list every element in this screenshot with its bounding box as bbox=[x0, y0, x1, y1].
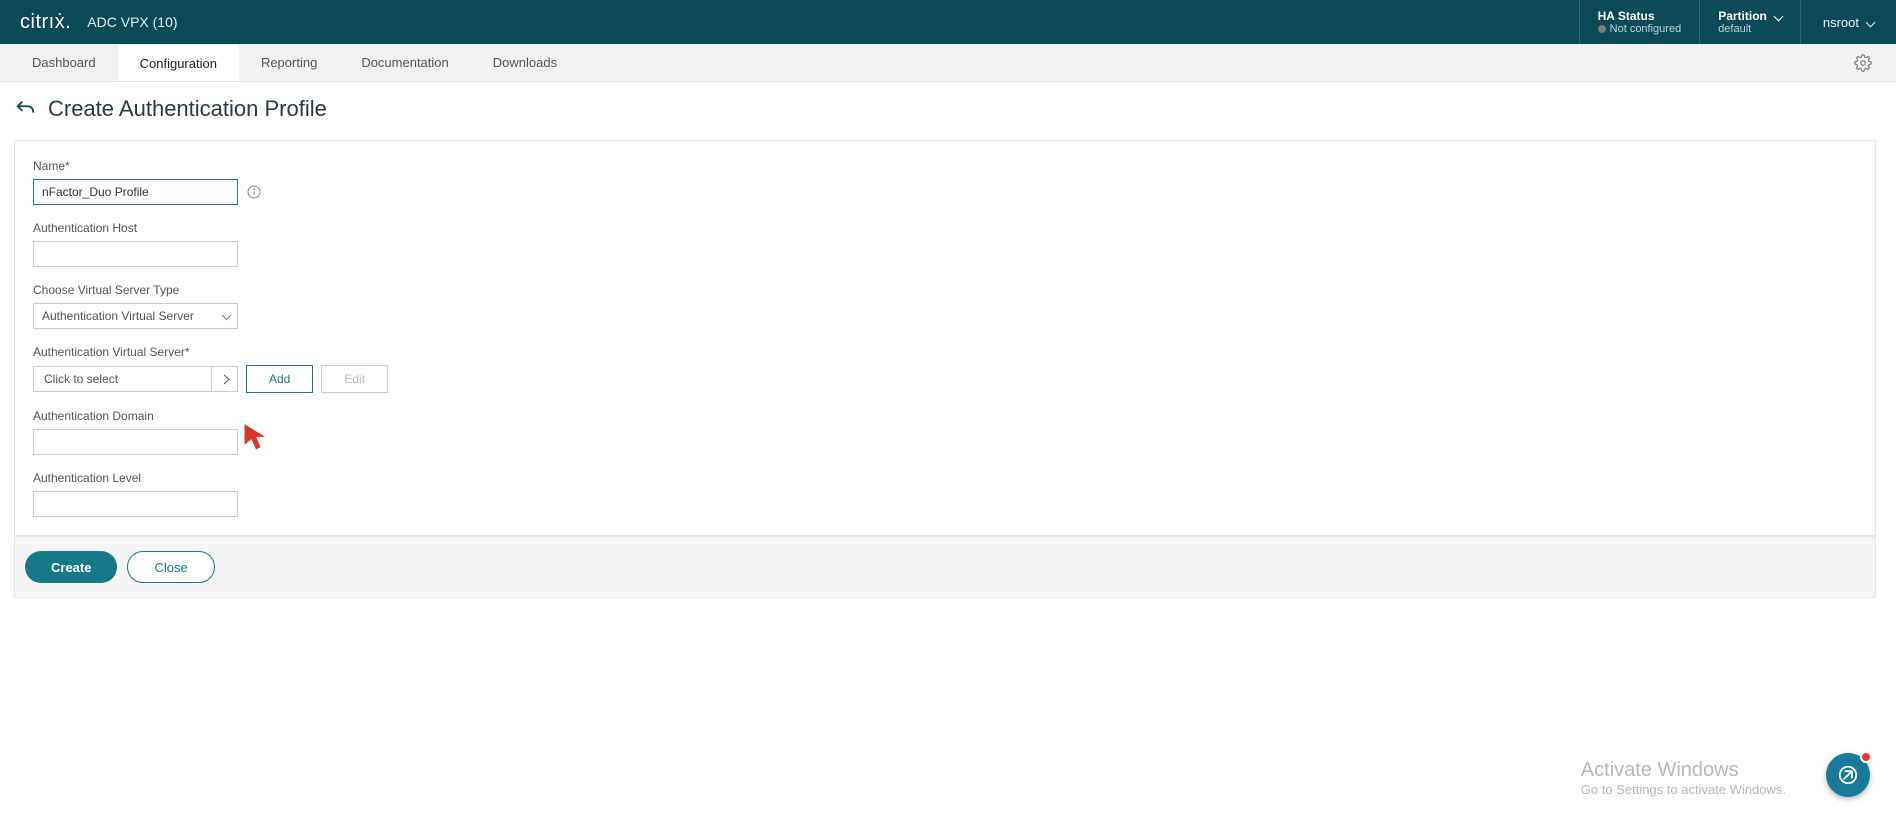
navbar: Dashboard Configuration Reporting Docume… bbox=[0, 44, 1896, 82]
ha-status-sub-text: Not configured bbox=[1610, 23, 1682, 35]
form-panel: Name* Authentication Host Choose Virtual… bbox=[14, 140, 1876, 536]
vs-type-select[interactable]: Authentication Virtual Server bbox=[33, 303, 238, 329]
partition-title: Partition bbox=[1718, 9, 1782, 23]
tab-downloads-label: Downloads bbox=[493, 55, 557, 70]
tab-configuration[interactable]: Configuration bbox=[118, 44, 239, 81]
vs-type-label: Choose Virtual Server Type bbox=[33, 283, 1857, 297]
auth-domain-input[interactable] bbox=[33, 429, 238, 455]
topbar: citrıẋ. ADC VPX (10) HA Status Not confi… bbox=[0, 0, 1896, 44]
back-arrow-icon[interactable] bbox=[14, 98, 36, 120]
auth-host-input[interactable] bbox=[33, 241, 238, 267]
watermark-line1: Activate Windows bbox=[1581, 759, 1786, 782]
partition-sub: default bbox=[1718, 23, 1782, 35]
status-dot-icon bbox=[1598, 25, 1606, 33]
tab-configuration-label: Configuration bbox=[140, 56, 217, 71]
tab-documentation-label: Documentation bbox=[361, 55, 448, 70]
ha-status-sub: Not configured bbox=[1598, 23, 1682, 35]
create-button[interactable]: Create bbox=[25, 551, 117, 583]
add-button[interactable]: Add bbox=[246, 365, 313, 393]
ha-status-title: HA Status bbox=[1598, 9, 1682, 23]
name-label: Name* bbox=[33, 159, 1857, 173]
notification-dot-icon bbox=[1860, 751, 1872, 763]
windows-watermark: Activate Windows Go to Settings to activ… bbox=[1581, 759, 1786, 797]
chevron-down-icon bbox=[1773, 11, 1783, 21]
page-title: Create Authentication Profile bbox=[48, 96, 327, 122]
edit-button: Edit bbox=[321, 365, 388, 393]
vs-type-select-wrap[interactable]: Authentication Virtual Server bbox=[33, 303, 238, 329]
close-button[interactable]: Close bbox=[127, 551, 214, 583]
action-bar: Create Close bbox=[14, 536, 1876, 598]
tab-dashboard[interactable]: Dashboard bbox=[10, 44, 118, 81]
ha-status-section[interactable]: HA Status Not configured bbox=[1579, 0, 1700, 44]
gear-icon[interactable] bbox=[1854, 54, 1872, 72]
auth-vs-label: Authentication Virtual Server* bbox=[33, 345, 1857, 359]
tab-documentation[interactable]: Documentation bbox=[339, 44, 470, 81]
info-icon[interactable] bbox=[246, 184, 262, 200]
auth-domain-label: Authentication Domain bbox=[33, 409, 1857, 423]
page: Create Authentication Profile Name* Auth… bbox=[0, 82, 1896, 618]
name-input[interactable] bbox=[33, 179, 238, 205]
auth-level-input[interactable] bbox=[33, 491, 238, 517]
watermark-line2: Go to Settings to activate Windows. bbox=[1581, 782, 1786, 797]
auth-level-label: Authentication Level bbox=[33, 471, 1857, 485]
tab-reporting-label: Reporting bbox=[261, 55, 317, 70]
tab-reporting[interactable]: Reporting bbox=[239, 44, 339, 81]
page-head: Create Authentication Profile bbox=[14, 96, 1876, 122]
auth-vs-picker-text: Click to select bbox=[34, 372, 211, 386]
brand-logo: citrıẋ. bbox=[20, 11, 71, 34]
product-name: ADC VPX (10) bbox=[87, 14, 177, 30]
topbar-left: citrıẋ. ADC VPX (10) bbox=[20, 11, 178, 34]
partition-title-text: Partition bbox=[1718, 9, 1767, 23]
chevron-down-icon bbox=[1866, 17, 1876, 27]
tab-dashboard-label: Dashboard bbox=[32, 55, 96, 70]
chevron-right-icon bbox=[220, 374, 230, 384]
help-fab[interactable] bbox=[1826, 753, 1870, 797]
partition-section[interactable]: Partition default bbox=[1699, 0, 1800, 44]
tab-downloads[interactable]: Downloads bbox=[471, 44, 579, 81]
user-menu[interactable]: nsroot bbox=[1800, 0, 1896, 44]
auth-vs-picker-button[interactable] bbox=[211, 367, 237, 391]
auth-vs-picker[interactable]: Click to select bbox=[33, 366, 238, 392]
auth-host-label: Authentication Host bbox=[33, 221, 1857, 235]
topbar-right: HA Status Not configured Partition defau… bbox=[1579, 0, 1896, 44]
user-name: nsroot bbox=[1823, 15, 1859, 30]
